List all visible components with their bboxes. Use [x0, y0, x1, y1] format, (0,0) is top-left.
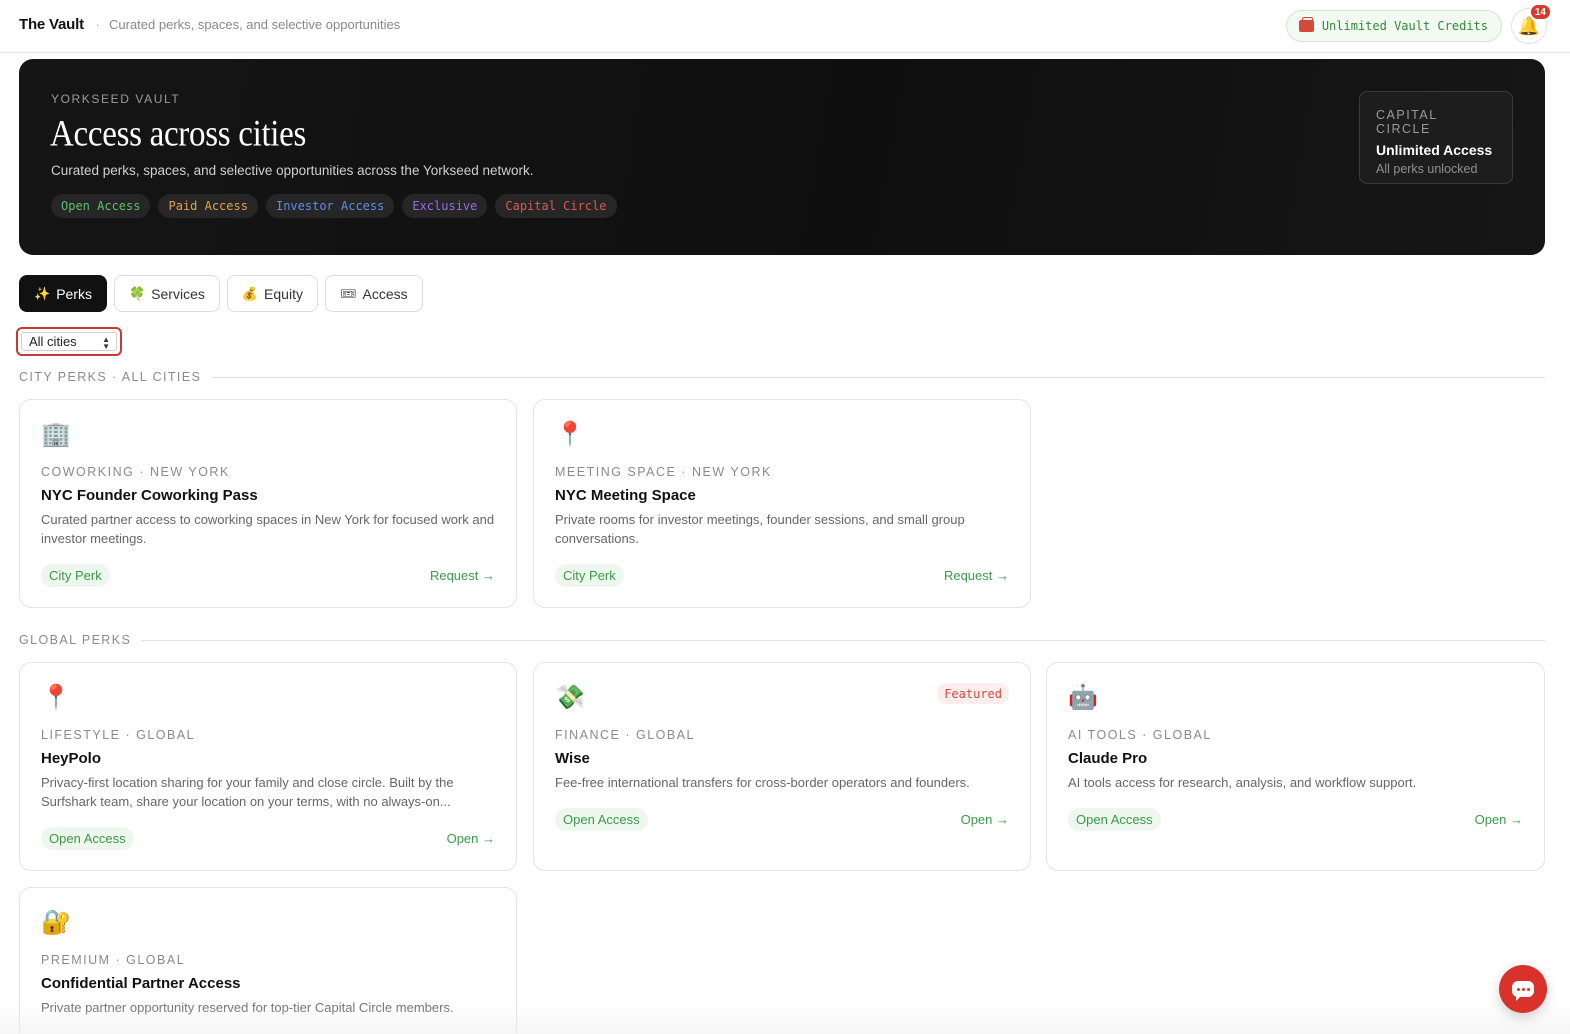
tier-subtitle: All perks unlocked — [1376, 162, 1478, 176]
pin-icon: 📍 — [555, 421, 585, 448]
tag-capital-circle: Capital Circle — [495, 194, 617, 218]
credits-badge[interactable]: Unlimited Vault Credits — [1285, 10, 1502, 42]
perk-title: Confidential Partner Access — [41, 975, 241, 992]
tag-open-access: Open Access — [51, 194, 151, 218]
perk-card-wise[interactable]: 💸 Featured FINANCE · GLOBAL Wise Fee-fre… — [533, 662, 1031, 871]
featured-badge: Featured — [937, 683, 1009, 704]
tab-label: Services — [151, 285, 205, 302]
open-button[interactable]: Open → — [1475, 812, 1523, 827]
request-button[interactable]: Request → — [944, 568, 1009, 583]
perk-description: Fee-free international transfers for cro… — [555, 775, 970, 790]
city-perks-heading: CITY PERKS · ALL CITIES — [19, 370, 1545, 384]
global-perks-heading: GLOBAL PERKS — [19, 633, 1545, 647]
hero-banner: YORKSEED VAULT Access across cities Cura… — [19, 59, 1545, 255]
notification-count-badge: 14 — [1529, 4, 1551, 20]
tag-exclusive: Exclusive — [402, 194, 488, 218]
perk-badge: Open Access — [41, 827, 134, 850]
perk-card-confidential-partner[interactable]: 🔐 PREMIUM · GLOBAL Confidential Partner … — [19, 887, 517, 1034]
perk-card-heypolo[interactable]: 📍 LIFESTYLE · GLOBAL HeyPolo Privacy-fir… — [19, 662, 517, 871]
perk-badge: City Perk — [41, 564, 110, 587]
office-building-icon: 🏢 — [41, 421, 71, 448]
open-button[interactable]: Open → — [961, 812, 1009, 827]
tab-label: Access — [362, 285, 408, 302]
perk-description: Private partner opportunity reserved for… — [41, 1000, 454, 1015]
perk-category: LIFESTYLE · GLOBAL — [41, 728, 196, 742]
perk-description: Private rooms for investor meetings, fou… — [555, 512, 965, 546]
ticket-icon: 🎟 — [339, 285, 357, 301]
pin-icon: 📍 — [41, 684, 71, 711]
perk-badge: Open Access — [1068, 808, 1161, 831]
robot-icon: 🤖 — [1068, 684, 1098, 711]
access-tier-tags: Open Access Paid Access Investor Access … — [51, 194, 617, 218]
top-bar: The Vault . Curated perks, spaces, and s… — [0, 0, 1570, 53]
perk-title: Wise — [555, 750, 590, 767]
membership-tier-card: CAPITAL CIRCLE Unlimited Access All perk… — [1359, 91, 1513, 184]
perk-badge: Open Access — [555, 808, 648, 831]
perk-card-nyc-meeting[interactable]: 📍 MEETING SPACE · NEW YORK NYC Meeting S… — [533, 399, 1031, 608]
header-tagline: Curated perks, spaces, and selective opp… — [109, 17, 401, 32]
select-arrows-icon: ▲ ▼ — [102, 335, 110, 351]
perk-category: AI TOOLS · GLOBAL — [1068, 728, 1212, 742]
perk-description: Curated partner access to coworking spac… — [41, 512, 495, 546]
toolbox-icon — [1298, 17, 1314, 32]
money-wings-icon: 💸 — [555, 684, 585, 711]
section-divider — [211, 376, 1545, 378]
tag-investor-access: Investor Access — [265, 194, 395, 218]
perk-card-claude-pro[interactable]: 🤖 AI TOOLS · GLOBAL Claude Pro AI tools … — [1046, 662, 1545, 871]
perk-category: MEETING SPACE · NEW YORK — [555, 465, 772, 479]
brand-title[interactable]: The Vault — [19, 16, 84, 33]
city-select-value: All cities — [29, 334, 77, 349]
hero-title: Access across cities — [50, 114, 307, 155]
section-title: GLOBAL PERKS — [19, 633, 132, 647]
section-title: CITY PERKS · ALL CITIES — [19, 370, 202, 384]
chat-bubble-icon — [1512, 981, 1534, 1001]
section-divider — [141, 639, 1545, 641]
perk-description: Privacy-first location sharing for your … — [41, 775, 454, 809]
hero-subtitle: Curated perks, spaces, and selective opp… — [51, 163, 534, 178]
perk-description: AI tools access for research, analysis, … — [1068, 775, 1417, 790]
perk-title: NYC Meeting Space — [555, 487, 696, 504]
tab-access[interactable]: 🎟 Access — [324, 275, 423, 312]
tab-label: Perks — [56, 285, 92, 302]
lock-key-icon: 🔐 — [41, 909, 71, 936]
perk-category: FINANCE · GLOBAL — [555, 728, 695, 742]
tag-paid-access: Paid Access — [158, 194, 258, 218]
open-button[interactable]: Open → — [447, 831, 495, 846]
tab-label: Equity — [264, 285, 303, 302]
category-tabs: ✨ Perks 🍀 Services 💰 Equity 🎟 Access — [19, 275, 423, 312]
perk-card-nyc-coworking[interactable]: 🏢 COWORKING · NEW YORK NYC Founder Cowor… — [19, 399, 517, 608]
tab-services[interactable]: 🍀 Services — [113, 275, 220, 312]
perk-title: HeyPolo — [41, 750, 102, 767]
tab-perks[interactable]: ✨ Perks — [19, 275, 107, 312]
hero-kicker: YORKSEED VAULT — [51, 92, 181, 106]
tier-title: Unlimited Access — [1376, 142, 1493, 158]
brand-separator: . — [96, 14, 100, 29]
chat-button[interactable] — [1499, 965, 1547, 1013]
perk-category: COWORKING · NEW YORK — [41, 465, 230, 479]
tab-equity[interactable]: 💰 Equity — [226, 275, 318, 312]
money-bag-icon: 💰 — [241, 285, 259, 301]
perk-title: NYC Founder Coworking Pass — [41, 487, 258, 504]
perk-category: PREMIUM · GLOBAL — [41, 953, 186, 967]
sparkles-icon: ✨ — [34, 285, 51, 301]
perk-title: Claude Pro — [1068, 750, 1148, 767]
tier-label: CAPITAL CIRCLE — [1376, 108, 1438, 136]
city-select[interactable]: All cities ▲ ▼ — [16, 327, 122, 356]
credits-label: Unlimited Vault Credits — [1321, 19, 1488, 33]
perk-badge: City Perk — [555, 564, 624, 587]
clover-icon: 🍀 — [128, 285, 146, 301]
request-button[interactable]: Request → — [430, 568, 495, 583]
city-select-field[interactable]: All cities ▲ ▼ — [21, 332, 117, 351]
